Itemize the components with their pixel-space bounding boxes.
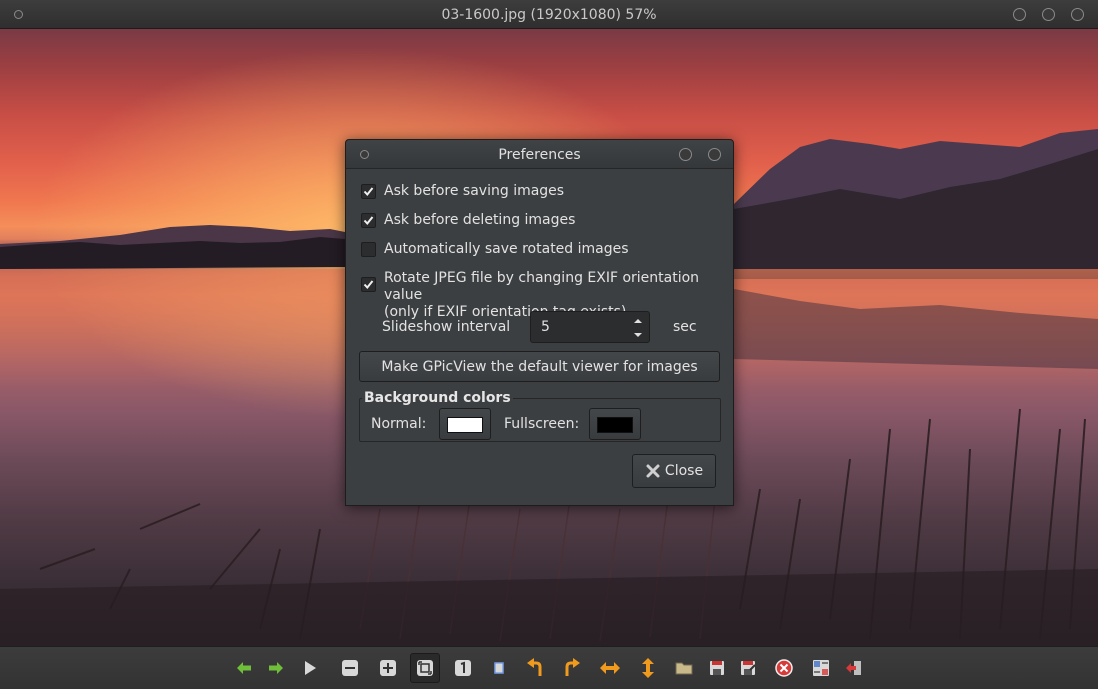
window-titlebar[interactable]: 03-1600.jpg (1920x1080) 57% — [0, 0, 1098, 29]
open-file-icon — [675, 662, 693, 675]
rotate-jpeg-exif-checkbox[interactable] — [361, 277, 376, 292]
default-viewer-button[interactable]: Make GPicView the default viewer for ima… — [359, 351, 720, 382]
slideshow-interval-label: Slideshow interval — [382, 319, 511, 335]
dialog-title: Preferences — [498, 147, 581, 163]
ask-before-saving-checkbox[interactable] — [361, 184, 376, 199]
save-button[interactable] — [702, 653, 732, 683]
flip-horizontal-button[interactable] — [595, 653, 625, 683]
preferences-button[interactable] — [806, 653, 836, 683]
rotate-left-button[interactable] — [520, 653, 550, 683]
ask-before-deleting-checkbox[interactable] — [361, 213, 376, 228]
slideshow-play-icon — [305, 661, 316, 675]
fullscreen-icon — [494, 662, 504, 674]
window-title: 03-1600.jpg (1920x1080) 57% — [441, 7, 657, 23]
preferences-icon — [813, 660, 829, 676]
spin-down-icon[interactable] — [633, 330, 643, 340]
fullscreen-color-swatch — [597, 417, 633, 433]
checkmark-icon — [363, 280, 374, 290]
zoom-out-icon — [342, 660, 358, 676]
normal-color-button[interactable] — [439, 408, 491, 440]
auto-save-rotated-option[interactable]: Automatically save rotated images — [361, 241, 629, 258]
dialog-maximize-icon[interactable] — [679, 148, 692, 161]
minimize-icon[interactable] — [1013, 8, 1026, 21]
flip-horizontal-icon — [600, 662, 620, 674]
normal-color-swatch — [447, 417, 483, 433]
zoom-in-button[interactable] — [373, 653, 403, 683]
close-x-icon — [646, 464, 660, 478]
prev-image-button[interactable] — [229, 653, 259, 683]
delete-button[interactable] — [769, 653, 799, 683]
rotate-right-icon — [565, 658, 580, 676]
zoom-fit-icon — [417, 660, 433, 676]
ask-before-deleting-option[interactable]: Ask before deleting images — [361, 212, 575, 229]
ask-before-deleting-label: Ask before deleting images — [384, 212, 576, 228]
flip-vertical-button[interactable] — [633, 653, 663, 683]
rotate-jpeg-exif-label: Rotate JPEG file by changing EXIF orient… — [384, 270, 700, 303]
dialog-close-icon[interactable] — [708, 148, 721, 161]
zoom-original-icon — [455, 660, 471, 676]
auto-save-rotated-checkbox[interactable] — [361, 242, 376, 257]
ask-before-saving-label: Ask before saving images — [384, 183, 565, 199]
zoom-out-button[interactable] — [335, 653, 365, 683]
background-colors-legend: Background colors — [362, 390, 513, 406]
slideshow-interval-spinbox[interactable]: 5 — [530, 311, 650, 343]
slideshow-unit-label: sec — [673, 319, 697, 335]
bottom-toolbar — [0, 646, 1098, 689]
prev-icon — [237, 662, 251, 674]
zoom-fit-button[interactable] — [410, 653, 440, 683]
ask-before-saving-option[interactable]: Ask before saving images — [361, 183, 564, 200]
slideshow-interval-value[interactable]: 5 — [541, 319, 550, 335]
normal-color-label: Normal: — [371, 416, 427, 432]
zoom-original-button[interactable] — [448, 653, 478, 683]
quit-button[interactable] — [839, 653, 869, 683]
close-window-icon[interactable] — [1071, 8, 1084, 21]
rotate-right-button[interactable] — [557, 653, 587, 683]
checkmark-icon — [363, 216, 374, 226]
save-as-icon — [741, 661, 756, 675]
preferences-dialog: Preferences Ask before saving images Ask… — [345, 139, 734, 506]
rotate-left-icon — [527, 658, 542, 676]
next-image-button[interactable] — [261, 653, 291, 683]
checkmark-icon — [363, 187, 374, 197]
spin-up-icon[interactable] — [633, 316, 643, 326]
quit-icon — [846, 661, 861, 675]
close-button-label: Close — [664, 463, 704, 479]
zoom-in-icon — [380, 660, 396, 676]
slideshow-button[interactable] — [295, 653, 325, 683]
fullscreen-color-button[interactable] — [589, 408, 641, 440]
flip-vertical-icon — [642, 658, 654, 678]
open-file-button[interactable] — [669, 653, 699, 683]
fullscreen-button[interactable] — [484, 653, 514, 683]
save-icon — [710, 661, 724, 675]
auto-save-rotated-label: Automatically save rotated images — [384, 241, 629, 257]
maximize-icon[interactable] — [1042, 8, 1055, 21]
save-as-button[interactable] — [733, 653, 763, 683]
close-button[interactable]: Close — [632, 454, 716, 488]
delete-icon — [775, 659, 793, 677]
next-icon — [269, 662, 283, 674]
fullscreen-color-label: Fullscreen: — [504, 416, 580, 432]
dialog-titlebar[interactable]: Preferences — [346, 140, 733, 169]
